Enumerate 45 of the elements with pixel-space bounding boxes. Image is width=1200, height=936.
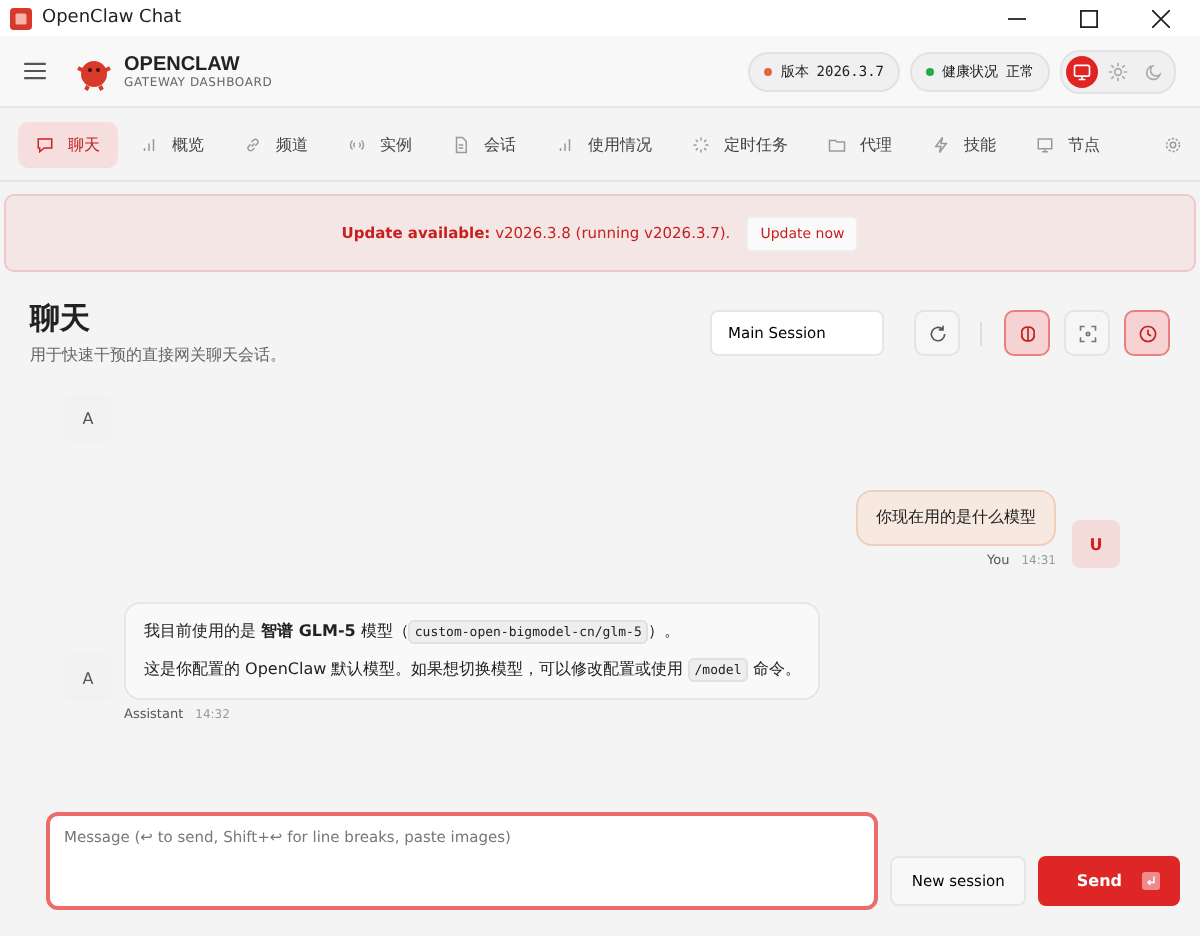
moon-icon <box>1144 61 1164 81</box>
lightning-icon <box>932 135 950 153</box>
sun-icon <box>1108 61 1128 81</box>
refresh-icon <box>927 323 947 343</box>
nav-tab[interactable]: 技能 <box>914 121 1014 167</box>
message-text: 你现在用的是什么模型 <box>876 506 1036 530</box>
bar-chart-icon <box>140 135 158 153</box>
enter-key-icon <box>1142 872 1160 890</box>
clock-icon <box>1137 323 1157 343</box>
nav-tab[interactable]: 频道 <box>226 121 326 167</box>
page-subtitle: 用于快速干预的直接网关聊天会话。 <box>30 344 286 366</box>
refresh-button[interactable] <box>914 310 960 356</box>
menu-icon[interactable] <box>24 62 46 80</box>
monitor-icon <box>1072 61 1092 81</box>
focus-frame-icon <box>1077 323 1097 343</box>
clock-toggle-button[interactable] <box>1124 310 1170 356</box>
nav-tab[interactable]: 会话 <box>434 121 534 167</box>
settings-icon[interactable] <box>1164 135 1182 153</box>
nav-tab[interactable]: 节点 <box>1018 121 1118 167</box>
nav-tab[interactable]: 定时任务 <box>674 121 806 167</box>
folder-icon <box>828 135 846 153</box>
brain-icon <box>1017 323 1037 343</box>
nav-tab[interactable]: 实例 <box>330 121 430 167</box>
brand-name: OPENCLAW <box>124 53 242 75</box>
monitor-icon <box>1036 135 1054 153</box>
nav-tab[interactable]: 代理 <box>810 121 910 167</box>
loader-icon <box>692 135 710 153</box>
chat-bubble-icon <box>36 135 54 153</box>
nav-tab[interactable]: 聊天 <box>18 121 118 167</box>
document-icon <box>452 135 470 153</box>
nav-tab[interactable]: 概览 <box>122 121 222 167</box>
window-title: OpenClaw Chat <box>42 8 182 28</box>
send-button[interactable]: Send <box>1038 856 1180 906</box>
nav-tab[interactable]: 使用情况 <box>538 121 670 167</box>
link-icon <box>244 135 262 153</box>
broadcast-icon <box>348 135 366 153</box>
bar-chart-icon <box>556 135 574 153</box>
brain-toggle-button[interactable] <box>1004 310 1050 356</box>
focus-toggle-button[interactable] <box>1064 310 1110 356</box>
maximize-icon[interactable] <box>1080 9 1098 27</box>
app-icon <box>10 7 32 29</box>
page-title: 聊天 <box>30 300 92 338</box>
monitor-theme-button[interactable] <box>1066 55 1098 87</box>
close-icon[interactable] <box>1152 9 1170 27</box>
user-avatar: U <box>1072 520 1120 568</box>
